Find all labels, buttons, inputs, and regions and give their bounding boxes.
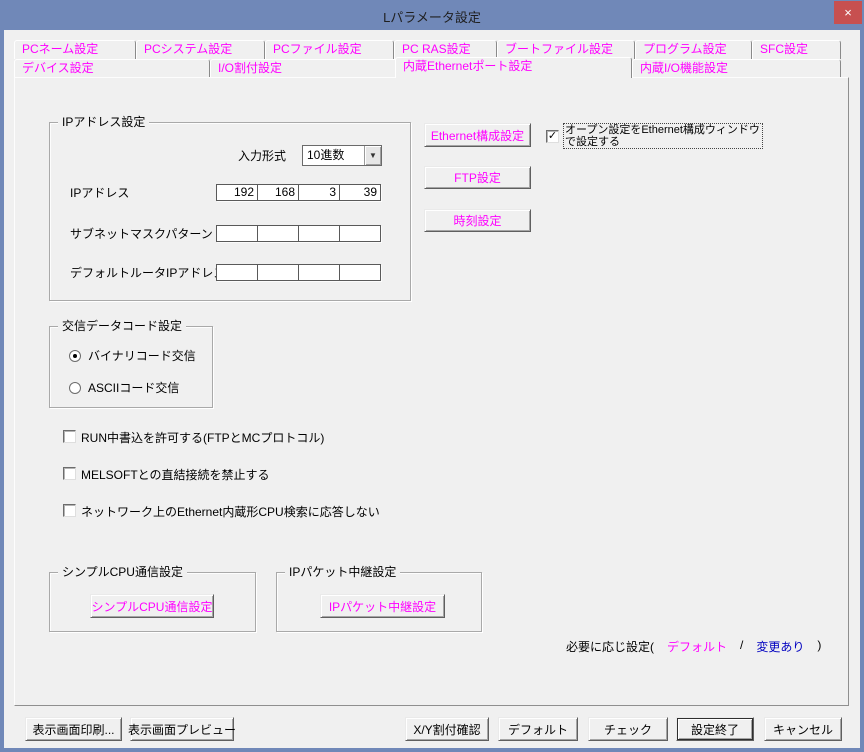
print-screen-button[interactable]: 表示画面印刷...: [25, 717, 122, 741]
subnet-mask-input: [216, 225, 381, 242]
cpu-search-checkbox[interactable]: [63, 504, 76, 517]
ascii-code-radio[interactable]: [69, 382, 81, 394]
cpu-search-checkbox-label[interactable]: ネットワーク上のEthernet内蔵形CPU検索に応答しない: [81, 505, 380, 519]
input-format-select[interactable]: 10進数 ▼: [302, 145, 382, 166]
tab-builtin-ethernet-port[interactable]: 内蔵Ethernetポート設定: [395, 57, 632, 78]
run-write-checkbox-label[interactable]: RUN中書込を許可する(FTPとMCプロトコル): [81, 431, 324, 445]
ip-address-group-title: IPアドレス設定: [58, 115, 149, 129]
binary-code-radio-label[interactable]: バイナリコード交信: [88, 349, 196, 363]
simple-cpu-groupbox: シンプルCPU通信設定 シンプルCPU通信設定: [49, 572, 256, 632]
open-setting-checkbox-label[interactable]: オープン設定をEthernet構成ウィンドウで設定する: [563, 123, 763, 149]
simple-cpu-group-title: シンプルCPU通信設定: [58, 565, 187, 579]
ip-packet-group-title: IPパケット中継設定: [285, 565, 400, 579]
binary-code-radio[interactable]: [69, 350, 81, 362]
tab-device[interactable]: デバイス設定: [14, 59, 210, 77]
window-title: Lパラメータ設定: [0, 7, 864, 26]
data-code-groupbox: 交信データコード設定 バイナリコード交信 ASCIIコード交信: [49, 326, 213, 408]
ip-octet-input[interactable]: 192: [217, 185, 258, 200]
ftp-setting-button[interactable]: FTP設定: [424, 166, 531, 189]
time-setting-button[interactable]: 時刻設定: [424, 209, 531, 232]
ethernet-config-button[interactable]: Ethernet構成設定: [424, 123, 531, 147]
subnet-octet-input[interactable]: [299, 226, 340, 241]
input-format-label: 入力形式: [238, 149, 286, 163]
tab-sfc[interactable]: SFC設定: [752, 40, 841, 59]
legend-note: 必要に応じ設定( デフォルト / 変更あり ): [566, 638, 821, 655]
router-octet-input[interactable]: [217, 265, 258, 280]
legend-default: デフォルト: [667, 638, 727, 655]
tab-io-assignment[interactable]: I/O割付設定: [210, 59, 399, 77]
finish-setting-button[interactable]: 設定終了: [676, 717, 754, 741]
title-bar: Lパラメータ設定 ×: [0, 0, 864, 30]
dialog-content: PCネーム設定 PCシステム設定 PCファイル設定 PC RAS設定 ブートファ…: [4, 30, 860, 748]
check-icon: ✓: [548, 130, 557, 142]
legend-suffix: ): [817, 638, 821, 655]
melsoft-direct-checkbox[interactable]: [63, 467, 76, 480]
tab-pc-file[interactable]: PCファイル設定: [265, 40, 394, 59]
chevron-down-icon[interactable]: ▼: [364, 146, 381, 165]
tab-pc-name[interactable]: PCネーム設定: [14, 40, 136, 59]
ip-octet-input[interactable]: 168: [258, 185, 299, 200]
ip-packet-groupbox: IPパケット中継設定 IPパケット中継設定: [276, 572, 482, 632]
ip-octet-input[interactable]: 3: [299, 185, 340, 200]
ip-packet-setting-button[interactable]: IPパケット中継設定: [320, 594, 445, 618]
ip-octet-input[interactable]: 39: [340, 185, 380, 200]
tab-panel-ethernet-port: IPアドレス設定 入力形式 10進数 ▼ IPアドレス 192 168 3 39…: [14, 77, 849, 706]
run-write-checkbox[interactable]: [63, 430, 76, 443]
legend-changed: 変更あり: [756, 638, 804, 655]
melsoft-direct-checkbox-label[interactable]: MELSOFTとの直結接続を禁止する: [81, 468, 270, 482]
close-button[interactable]: ×: [834, 1, 862, 24]
subnet-octet-input[interactable]: [217, 226, 258, 241]
ip-address-input: 192 168 3 39: [216, 184, 381, 201]
router-octet-input[interactable]: [258, 265, 299, 280]
subnet-octet-input[interactable]: [340, 226, 380, 241]
xy-assignment-check-button[interactable]: X/Y割付確認: [405, 717, 489, 741]
router-octet-input[interactable]: [299, 265, 340, 280]
cancel-button[interactable]: キャンセル: [764, 717, 842, 741]
router-octet-input[interactable]: [340, 265, 380, 280]
subnet-mask-label: サブネットマスクパターン: [70, 227, 213, 241]
default-router-label: デフォルトルータIPアドレス: [70, 266, 225, 280]
preview-screen-button[interactable]: 表示画面プレビュー: [130, 717, 234, 741]
default-button[interactable]: デフォルト: [498, 717, 578, 741]
open-setting-checkbox[interactable]: ✓: [546, 130, 559, 143]
close-icon: ×: [844, 5, 852, 20]
legend-prefix: 必要に応じ設定(: [566, 638, 654, 655]
simple-cpu-setting-button[interactable]: シンプルCPU通信設定: [90, 594, 214, 618]
ip-address-groupbox: IPアドレス設定 入力形式 10進数 ▼ IPアドレス 192 168 3 39…: [49, 122, 411, 301]
legend-separator: /: [740, 638, 743, 655]
subnet-octet-input[interactable]: [258, 226, 299, 241]
dialog-window: Lパラメータ設定 × PCネーム設定 PCシステム設定 PCファイル設定 PC …: [0, 0, 864, 752]
default-router-input: [216, 264, 381, 281]
check-button[interactable]: チェック: [588, 717, 668, 741]
tab-pc-system[interactable]: PCシステム設定: [136, 40, 265, 59]
input-format-value: 10進数: [303, 146, 364, 165]
data-code-group-title: 交信データコード設定: [58, 319, 186, 333]
tab-builtin-io-function[interactable]: 内蔵I/O機能設定: [632, 59, 841, 77]
ip-address-label: IPアドレス: [70, 186, 129, 200]
tab-program[interactable]: プログラム設定: [635, 40, 752, 59]
ascii-code-radio-label[interactable]: ASCIIコード交信: [88, 381, 179, 395]
